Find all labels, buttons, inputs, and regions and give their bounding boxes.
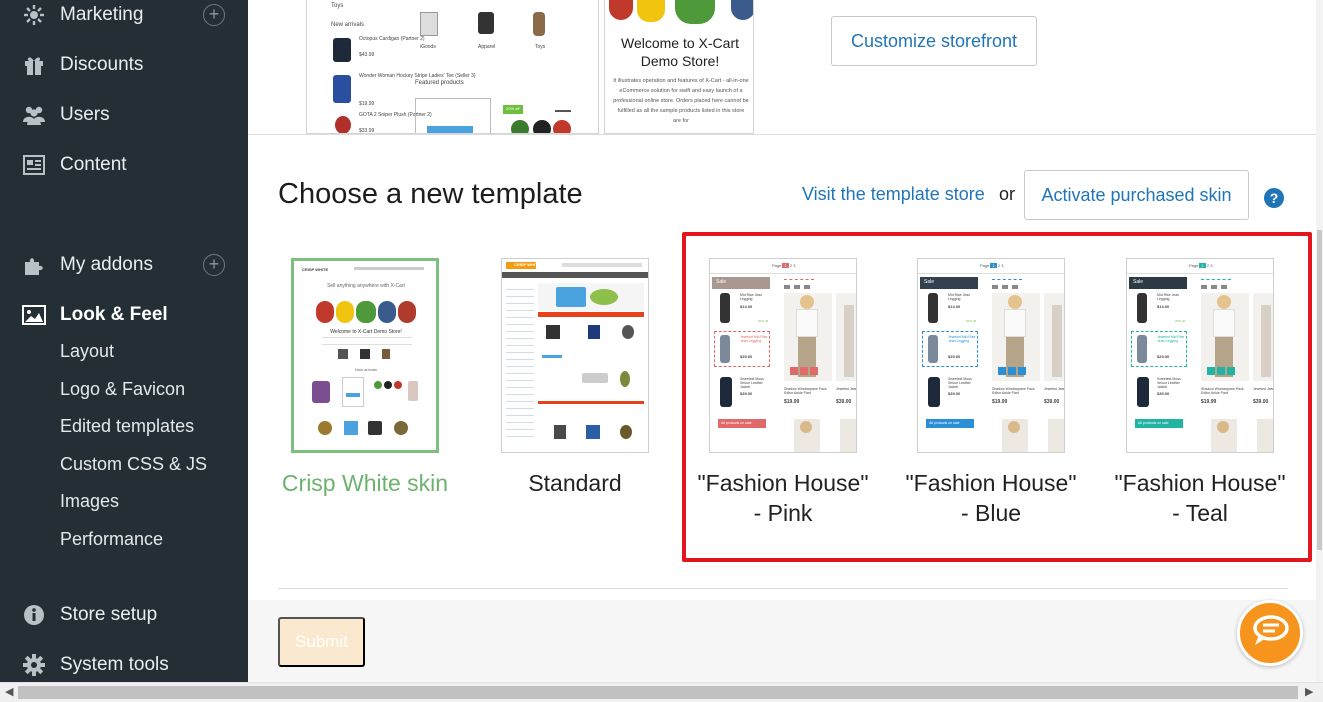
main-content: Toys New arrivals Octopus Cardigan (Part… [248, 0, 1323, 682]
add-addon-button[interactable]: + [203, 254, 225, 276]
thumb-logo: CRISP WHITE [514, 262, 541, 267]
template-name: Standard [528, 470, 622, 496]
preview-text: $19.99 [359, 101, 375, 107]
section-title: Choose a new template [278, 178, 583, 210]
gear-icon [22, 653, 46, 677]
sidebar-item-discounts[interactable]: Discounts [0, 45, 248, 85]
sidebar-subitem-custom-css-js[interactable]: Custom CSS & JS [60, 454, 207, 475]
chat-button[interactable] [1237, 600, 1303, 666]
sidebar-subitem-performance[interactable]: Performance [60, 529, 163, 550]
thumb-new-arrivals: New arrivals [354, 367, 377, 372]
current-skin-preview-home: Toys New arrivals Octopus Cardigan (Part… [306, 0, 599, 134]
sidebar-item-label: Look & Feel [60, 304, 168, 325]
puzzle-icon [22, 253, 46, 277]
preview-text: New arrivals [331, 22, 365, 28]
sidebar-item-content[interactable]: Content [0, 145, 248, 185]
thumb-headline: Sell anything anywhere with X-Cart [327, 283, 405, 289]
scroll-left-icon[interactable]: ◀ [5, 685, 13, 698]
preview-text: $33.99 [359, 128, 375, 134]
preview-text: iGoods [420, 44, 436, 50]
divider [278, 588, 1288, 589]
sidebar-item-my-addons[interactable]: My addons + [0, 245, 248, 285]
preview-welcome-title: Welcome to X-Cart Demo Store! [621, 35, 739, 69]
preview-text: Toys [331, 3, 344, 9]
preview-text: $43.99 [359, 52, 375, 58]
sidebar-subitem-logo-favicon[interactable]: Logo & Favicon [60, 379, 185, 400]
horizontal-scrollbar[interactable]: ◀ ▶ [0, 682, 1323, 702]
sidebar-item-marketing[interactable]: Marketing + [0, 0, 248, 35]
preview-text: Octopus Cardigan (Partner 2) [359, 36, 425, 42]
help-icon[interactable]: ? [1264, 188, 1284, 208]
sidebar-subitem-layout[interactable]: Layout [60, 341, 114, 362]
scroll-right-icon[interactable]: ▶ [1305, 685, 1313, 698]
preview-text: Toys [535, 44, 546, 50]
sidebar-item-label: System tools [60, 654, 169, 675]
preview-welcome-body: It illustrates operation and features of… [613, 78, 749, 124]
activate-purchased-skin-button[interactable]: Activate purchased skin [1024, 170, 1249, 220]
thumb-logo: CRISP WHITE [302, 267, 329, 272]
sidebar-item-label: Discounts [60, 54, 144, 75]
sidebar: Marketing + Discounts Users Content My a… [0, 0, 248, 682]
sidebar-item-users[interactable]: Users [0, 95, 248, 135]
sidebar-subitem-edited-templates[interactable]: Edited templates [60, 416, 194, 437]
or-text: or [999, 184, 1016, 204]
sidebar-subitem-images[interactable]: Images [60, 491, 119, 512]
sidebar-item-system-tools[interactable]: System tools [0, 645, 248, 685]
current-skin-preview-welcome: Welcome to X-Cart Demo Store! It illustr… [604, 0, 754, 134]
marketing-icon [22, 3, 46, 27]
users-icon [22, 103, 46, 127]
info-icon [22, 603, 46, 627]
sidebar-item-store-setup[interactable]: Store setup [0, 595, 248, 635]
form-footer: Submit [248, 600, 1323, 682]
highlight-annotation-box [682, 232, 1312, 562]
sidebar-item-label: My addons [60, 254, 153, 275]
preview-text: 20% off [506, 106, 520, 111]
vertical-scrollbar[interactable] [1316, 0, 1323, 682]
template-thumbnail[interactable]: CRISP WHITE Sell anything anywhere with … [291, 258, 439, 453]
chat-icon [1250, 614, 1290, 653]
thumb-welcome: Welcome to X-Cart Demo Store! [330, 329, 402, 335]
preview-text: Featured products [415, 80, 464, 86]
content-icon [22, 153, 46, 177]
submit-button[interactable]: Submit [278, 617, 365, 667]
gift-icon [22, 53, 46, 77]
preview-text: Apparel [478, 44, 496, 50]
sidebar-item-look-and-feel[interactable]: Look & Feel [0, 295, 248, 335]
sidebar-item-label: Store setup [60, 604, 158, 625]
customize-storefront-button[interactable]: Customize storefront [831, 16, 1037, 66]
current-skin-preview-area: Toys New arrivals Octopus Cardigan (Part… [248, 0, 1323, 135]
template-thumbnail[interactable]: CRISP WHITE [501, 258, 649, 453]
sidebar-item-label: Content [60, 154, 127, 175]
sidebar-item-label: Marketing [60, 4, 144, 25]
preview-text: Wonder Woman Hockey Stripe Ladies' Tee (… [359, 73, 476, 79]
image-icon [22, 303, 46, 327]
visit-template-store-link[interactable]: Visit the template store [802, 184, 985, 205]
sidebar-item-label: Users [60, 104, 110, 125]
template-name: Crisp White skin [281, 470, 449, 496]
add-marketing-button[interactable]: + [203, 4, 225, 26]
